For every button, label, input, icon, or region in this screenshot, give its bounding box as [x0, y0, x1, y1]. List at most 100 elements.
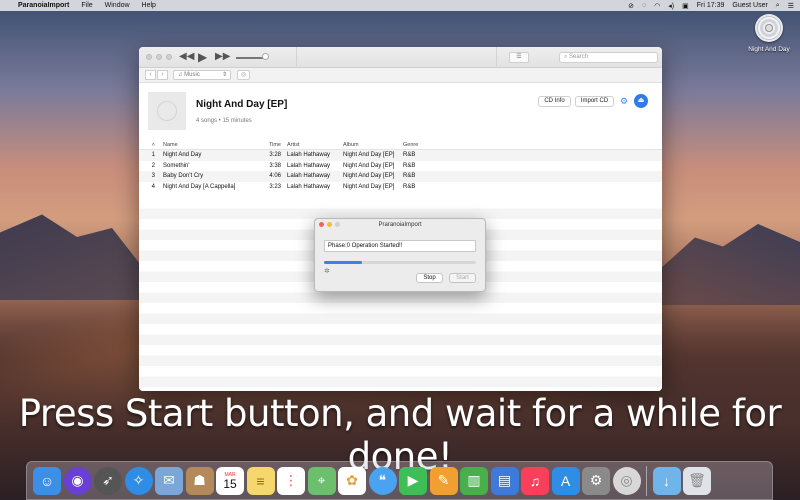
photos-icon[interactable]: ✿ [338, 466, 366, 495]
table-row[interactable]: 4 Night And Day [A Cappella] 3:23 Lalah … [139, 182, 662, 193]
progress-bar-fill [324, 261, 362, 264]
minimize-button[interactable] [156, 54, 162, 60]
search-input[interactable]: ⌕ Search [559, 52, 658, 63]
media-type-select[interactable]: ♫ Music ⇕ [173, 70, 231, 80]
wifi-icon[interactable]: ◠ [654, 2, 660, 10]
downloads-folder-icon[interactable]: ↓ [652, 466, 681, 495]
facetime-icon[interactable]: ▶ [399, 466, 427, 495]
track-time: 4:06 [269, 173, 281, 180]
mail-icon[interactable]: ✉ [155, 466, 183, 495]
window-controls [146, 54, 172, 60]
track-name: Night And Day [A Cappella] [163, 183, 236, 190]
album-meta: 4 songs • 15 minutes [196, 118, 252, 124]
maps-icon[interactable]: ⌖ [307, 466, 336, 495]
music-note-icon: ♫ [178, 72, 183, 78]
app-store-icon[interactable]: A [551, 466, 580, 495]
finder-icon[interactable]: ☺ [33, 466, 61, 495]
track-number: 3 [151, 173, 155, 180]
status-text-field: Phase:0 Operation Started!! [324, 240, 476, 252]
menu-window[interactable]: Window [105, 2, 130, 9]
menu-app-name[interactable]: ParanoiaImport [18, 2, 69, 9]
wallpaper-mountain-left [0, 214, 140, 300]
eject-icon: ⏏ [637, 97, 645, 104]
contacts-icon[interactable]: ☗ [185, 466, 214, 495]
track-table: ˄ Name Time Artist Album Genre 1 Night A… [139, 142, 662, 192]
table-row[interactable]: 2 Somethin' 3:38 Lalah Hathaway Night An… [139, 161, 662, 172]
volume-slider-knob[interactable] [262, 53, 269, 60]
track-time: 3:23 [269, 183, 281, 190]
pages-icon[interactable]: ✎ [429, 466, 458, 495]
back-button[interactable]: ‹ [145, 70, 156, 80]
track-time: 3:28 [269, 152, 281, 159]
start-button[interactable]: Start [449, 273, 476, 283]
dialog-close-button[interactable] [319, 222, 324, 227]
sort-indicator-icon[interactable]: ˄ [139, 142, 163, 149]
notes-icon[interactable]: ≡ [246, 466, 275, 495]
track-genre: R&B [403, 173, 416, 180]
trash-icon[interactable]: 🗑 [683, 466, 711, 495]
sync-icon[interactable]: ◌ [642, 2, 646, 9]
import-cd-button[interactable]: Import CD [575, 96, 614, 107]
siri-icon[interactable]: ◉ [63, 466, 92, 495]
reminders-icon[interactable]: ⋮ [277, 466, 305, 495]
zoom-button[interactable] [166, 54, 172, 60]
calendar-day: 15 [223, 476, 237, 491]
messages-icon[interactable]: ❝ [368, 466, 397, 495]
status-icon[interactable]: ⊘ [628, 2, 634, 10]
music-icon[interactable]: ♫ [521, 466, 549, 495]
volume-icon[interactable]: ◂) [668, 2, 674, 10]
table-body: 1 Night And Day 3:28 Lalah Hathaway Nigh… [139, 150, 662, 192]
forward-button[interactable]: › [157, 70, 168, 80]
column-genre[interactable]: Genre [403, 142, 443, 149]
table-row[interactable]: 1 Night And Day 3:28 Lalah Hathaway Nigh… [139, 150, 662, 161]
input-source-icon[interactable]: ▣ [682, 2, 689, 10]
stop-button[interactable]: Stop [416, 273, 443, 283]
rewind-icon[interactable]: ◀◀ [179, 51, 194, 62]
cd-source-button[interactable]: ◎ [237, 70, 250, 80]
track-genre: R&B [403, 183, 416, 190]
track-album: Night And Day [EP] [343, 173, 395, 180]
eject-button[interactable]: ⏏ [634, 94, 648, 108]
menu-bar: ParanoiaImport File Window Help ⊘ ◌ ◠ ◂)… [0, 0, 800, 11]
dialog-window-controls [319, 222, 340, 227]
numbers-icon[interactable]: ▥ [460, 466, 488, 495]
play-icon[interactable]: ▶ [198, 50, 207, 64]
user-menu[interactable]: Guest User [732, 2, 767, 9]
close-button[interactable] [146, 54, 152, 60]
dock: ☺ ◉ ➶ ✧ ✉ ☗ MAR 15 ≡ ⋮ ⌖ ✿ ❝ ▶ ✎ ▥ ▤ ♫ A… [26, 461, 773, 500]
desktop-cd-item[interactable]: Night And Day [741, 14, 797, 53]
safari-icon[interactable]: ✧ [124, 466, 153, 495]
menu-help[interactable]: Help [142, 2, 156, 9]
wallpaper-mountain-right [660, 224, 800, 305]
launchpad-icon[interactable]: ➶ [94, 466, 122, 495]
progress-bar [324, 261, 476, 264]
column-artist[interactable]: Artist [283, 142, 343, 149]
keynote-icon[interactable]: ▤ [490, 466, 519, 495]
paranoia-import-cd-icon[interactable]: ◎ [612, 466, 641, 495]
column-time[interactable]: Time [267, 142, 283, 149]
track-artist: Lalah Hathaway [287, 173, 331, 180]
gear-icon[interactable]: ⚙ [620, 96, 628, 107]
column-album[interactable]: Album [343, 142, 403, 149]
fast-forward-icon[interactable]: ▶▶ [215, 51, 230, 62]
calendar-icon[interactable]: MAR 15 [216, 466, 244, 495]
album-header: Night And Day [EP] 4 songs • 15 minutes … [139, 83, 662, 141]
desktop-cd-label: Night And Day [748, 46, 790, 53]
track-album: Night And Day [EP] [343, 162, 395, 169]
dialog-minimize-button[interactable] [327, 222, 332, 227]
list-view-button[interactable]: ☰ [509, 52, 529, 63]
column-name[interactable]: Name [163, 142, 267, 149]
spotlight-icon[interactable]: ⌕ [776, 2, 780, 10]
system-preferences-icon[interactable]: ⚙ [582, 466, 610, 495]
clock[interactable]: Fri 17:39 [697, 2, 725, 9]
track-name: Night And Day [163, 152, 202, 159]
artwork-placeholder-icon [157, 101, 177, 121]
toolbar: ◀◀ ▶ ▶▶ ☰ ⌕ Search [139, 47, 662, 68]
cd-info-button[interactable]: CD Info [538, 96, 571, 107]
dialog-zoom-button [335, 222, 340, 227]
menu-file[interactable]: File [81, 2, 92, 9]
search-icon: ⌕ [564, 54, 568, 60]
toolbar-divider [296, 47, 297, 68]
notification-center-icon[interactable]: ☰ [788, 2, 794, 10]
table-row[interactable]: 3 Baby Don't Cry 4:06 Lalah Hathaway Nig… [139, 171, 662, 182]
